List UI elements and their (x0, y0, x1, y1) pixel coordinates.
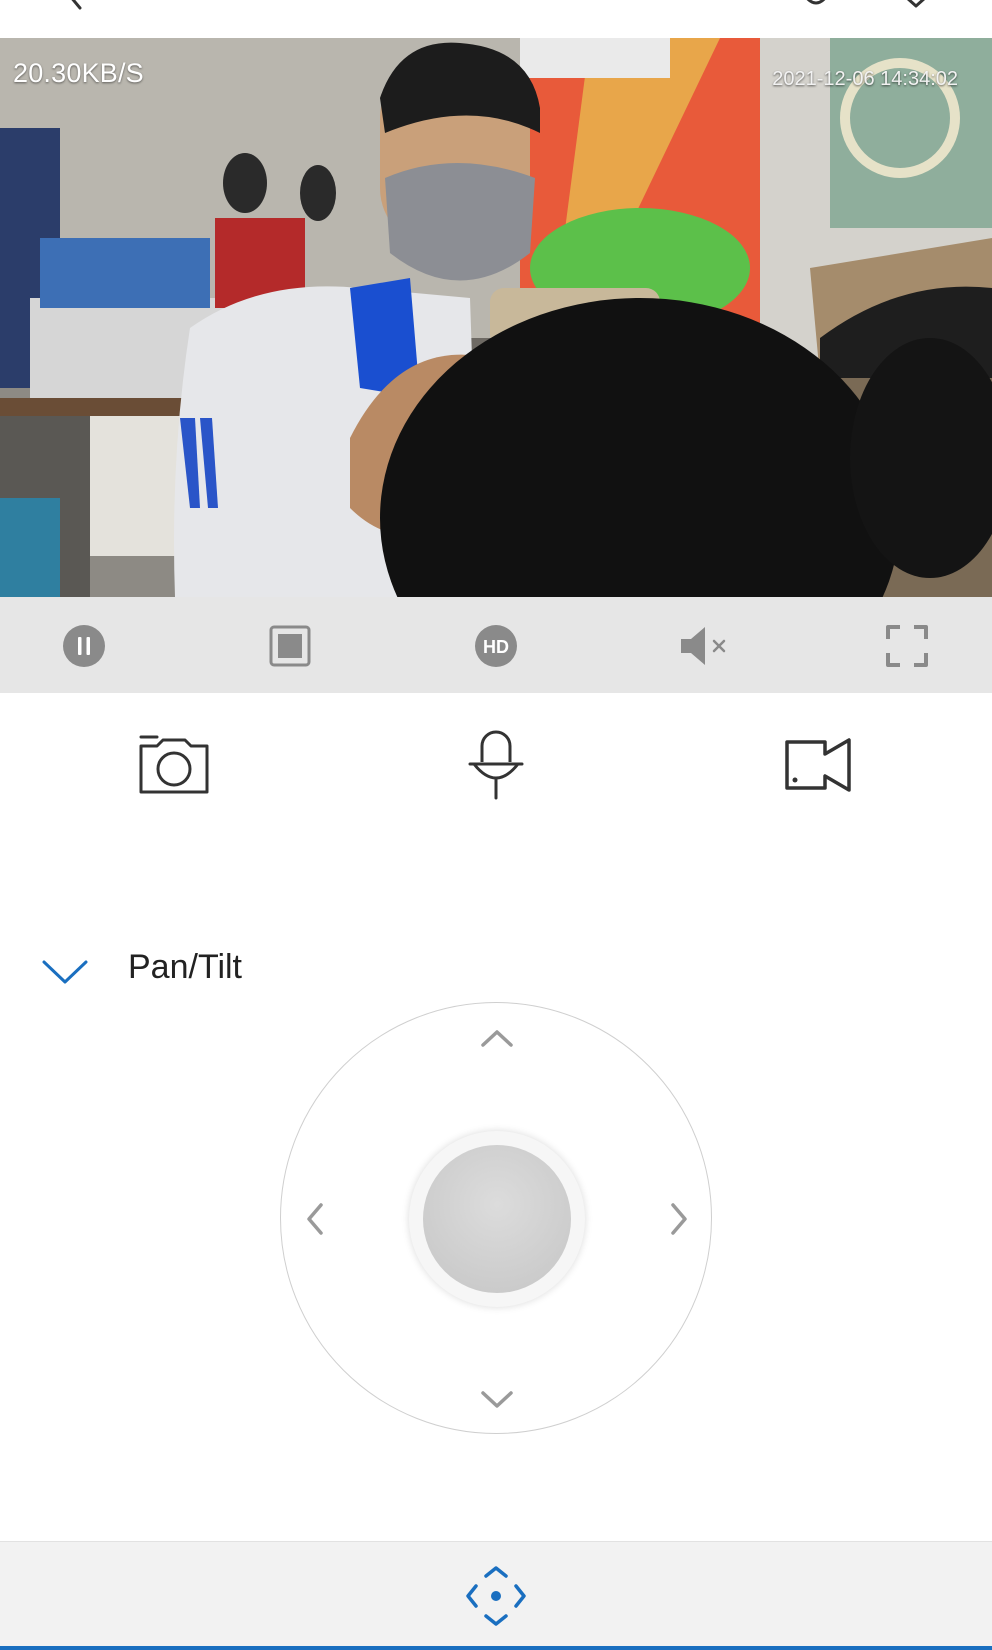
camera-icon (139, 735, 209, 794)
joystick-knob[interactable] (423, 1145, 571, 1293)
bitrate-readout: 20.30KB/S (13, 58, 144, 88)
live-video[interactable]: 20.30KB/S 2021-12-06 14:34:02 (0, 38, 992, 597)
live-view-screen: 20.30KB/S 2021-12-06 14:34:02 HD Pan/Til… (0, 0, 992, 1650)
chevron-right-icon (671, 1203, 687, 1235)
active-tab-indicator (0, 1646, 992, 1650)
video-timestamp: 2021-12-06 14:34:02 (772, 68, 958, 90)
camera-feed-image (0, 38, 992, 597)
fullscreen-icon (886, 625, 928, 667)
action-row (0, 693, 992, 833)
snapshot-button[interactable] (134, 725, 214, 805)
fullscreen-button[interactable] (882, 621, 932, 671)
hd-quality-button[interactable]: HD (471, 621, 521, 671)
chevron-up-icon (481, 1030, 513, 1047)
record-button[interactable] (778, 725, 858, 805)
joystick-knob-ring (409, 1131, 585, 1307)
top-navigation-bar (0, 0, 992, 38)
mute-icon (681, 627, 726, 665)
pan-tilt-joystick[interactable] (280, 1002, 712, 1434)
tilt-up-button[interactable] (477, 1023, 517, 1053)
chevron-left-icon (307, 1203, 323, 1235)
hd-icon: HD (475, 625, 517, 667)
chevron-down-icon (42, 960, 88, 984)
chevron-down-icon (481, 1391, 513, 1408)
settings-icon[interactable] (796, 0, 836, 8)
microphone-icon (468, 730, 524, 800)
tilt-down-button[interactable] (477, 1385, 517, 1415)
pan-tilt-label: Pan/Tilt (128, 948, 243, 986)
video-camera-icon (785, 738, 851, 792)
back-arrow-icon[interactable] (58, 0, 88, 10)
pause-icon (63, 625, 105, 667)
pan-right-button[interactable] (659, 1203, 699, 1235)
pause-button[interactable] (59, 621, 109, 671)
ptz-direction-icon[interactable] (466, 1566, 526, 1626)
bottom-tab-bar (0, 1541, 992, 1650)
mute-button[interactable] (677, 621, 737, 671)
stop-button[interactable] (265, 621, 315, 671)
pan-tilt-section-toggle[interactable]: Pan/Tilt (40, 940, 440, 1000)
talk-button[interactable] (456, 725, 536, 805)
stop-icon (269, 625, 311, 667)
pan-left-button[interactable] (295, 1203, 335, 1235)
hd-label: HD (483, 637, 509, 657)
shield-icon[interactable] (894, 0, 938, 8)
playback-control-bar: HD (0, 597, 992, 693)
